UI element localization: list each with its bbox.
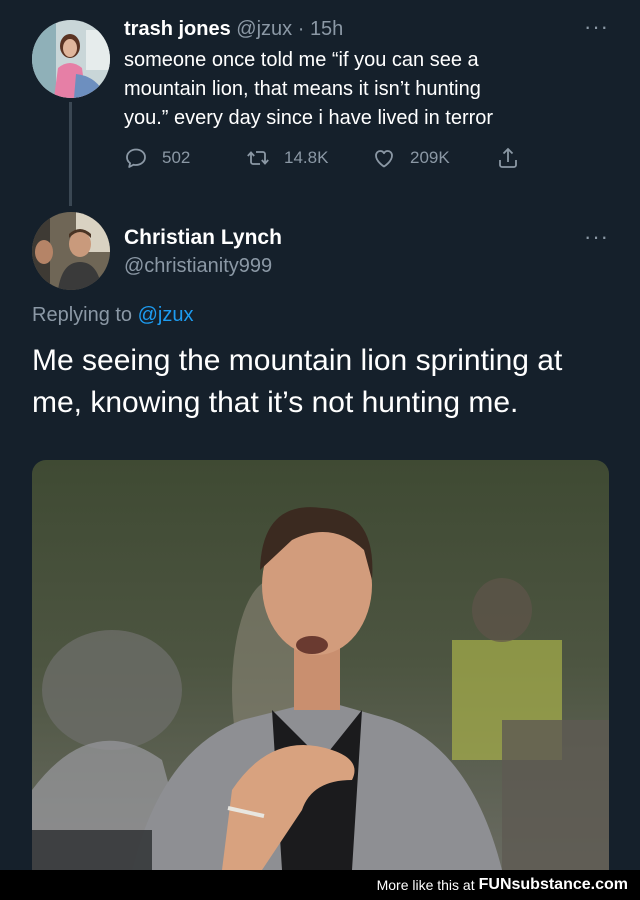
like-icon (375, 150, 393, 168)
thread-connector-line (69, 102, 72, 206)
retweet-icon (247, 151, 269, 165)
tweet2-text-line: me, knowing that it’s not hunting me. (32, 386, 519, 419)
footer-text: More like this at (376, 877, 475, 893)
watermark-footer: More like this at FUNsubstance.com (0, 870, 640, 900)
share-button[interactable] (496, 146, 534, 170)
tweet2-text: Me seeing the mountain lion sprinting at… (32, 340, 622, 424)
retweet-count: 14.8K (284, 148, 329, 167)
tweet1-text-line: you.” every day since i have lived in te… (124, 107, 494, 129)
footer-brand-link[interactable]: FUNsubstance.com (479, 876, 628, 894)
reply-icon (126, 148, 146, 168)
tweet1-text-line: mountain lion, that means it isn’t hunti… (124, 78, 481, 100)
reply-count: 502 (162, 148, 191, 167)
tweet2-handle[interactable]: @christianity999 (124, 255, 272, 278)
replying-to: Replying to @jzux (32, 304, 194, 327)
tweet2-text-line: Me seeing the mountain lion sprinting at (32, 344, 563, 377)
tweet1-text-line: someone once told me “if you can see a (124, 49, 479, 71)
retweet-button[interactable]: 14.8K (246, 146, 328, 170)
like-button[interactable]: 209K (372, 146, 450, 170)
more-icon[interactable]: ··· (584, 226, 609, 248)
tweet1-actions: 502 14.8K 209K (124, 146, 544, 172)
tweet1-separator: · (297, 18, 305, 40)
tweet2-photo[interactable] (32, 460, 609, 870)
replying-to-link[interactable]: @jzux (138, 304, 194, 326)
tweet2-author-name[interactable]: Christian Lynch (124, 226, 282, 250)
tweet1-handle[interactable]: @jzux (236, 18, 292, 40)
avatar-christian-lynch[interactable] (32, 212, 110, 290)
tweet1-header: trash jones @jzux · 15h (124, 18, 343, 41)
avatar-trash-jones[interactable] (32, 20, 110, 98)
more-icon[interactable]: ··· (584, 16, 609, 38)
share-icon (499, 147, 517, 168)
reply-button[interactable]: 502 (124, 146, 190, 170)
like-count: 209K (410, 148, 450, 167)
replying-to-label: Replying to (32, 304, 133, 326)
tweet1-time[interactable]: 15h (310, 18, 343, 40)
tweet1-author-name[interactable]: trash jones (124, 18, 231, 40)
tweet1-text: someone once told me “if you can see a m… (124, 46, 574, 133)
